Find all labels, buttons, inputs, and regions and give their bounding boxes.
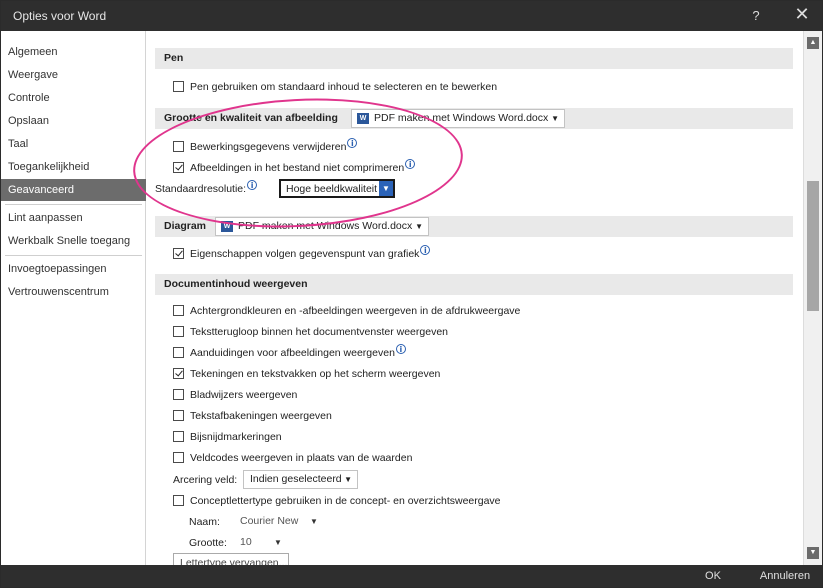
sidebar-item-geavanceerd[interactable]: Geavanceerd	[1, 179, 146, 201]
checkbox[interactable]	[173, 495, 184, 506]
help-button[interactable]: ?	[746, 8, 766, 23]
option-label: Veldcodes weergeven in plaats van de waa…	[190, 452, 413, 464]
scroll-down-icon[interactable]: ▼	[807, 547, 819, 559]
diagram-document-select[interactable]: W PDF maken met Windows Word.docx ▼	[215, 217, 429, 236]
section-header-image-quality: Grootte en kwaliteit van afbeelding W PD…	[155, 108, 793, 129]
section-title: Pen	[164, 52, 184, 64]
shading-value: Indien geselecteerd	[250, 473, 342, 485]
vertical-scrollbar[interactable]: ▲ ▼	[803, 31, 822, 565]
checkbox-checked[interactable]	[173, 248, 184, 259]
word-doc-icon: W	[221, 221, 233, 232]
dropdown-arrow-icon: ▼	[551, 114, 559, 123]
section-title: Diagram	[164, 220, 207, 232]
checkbox[interactable]	[173, 305, 184, 316]
option-label: Tekstterugloop binnen het documentvenste…	[190, 326, 448, 338]
option-label: Conceptlettertype gebruiken in de concep…	[190, 495, 501, 507]
section-header-document-content: Documentinhoud weergeven	[155, 274, 793, 295]
shading-label: Arcering veld:	[173, 474, 238, 486]
scroll-thumb[interactable]	[807, 181, 819, 311]
info-icon: i	[405, 159, 416, 169]
option-label: Bladwijzers weergeven	[190, 389, 298, 401]
checkbox[interactable]	[173, 81, 184, 92]
sidebar-item-werkbalk[interactable]: Werkbalk Snelle toegang	[1, 230, 146, 252]
sidebar-item-controle[interactable]: Controle	[1, 87, 146, 109]
dropdown-arrow-icon: ▼	[379, 181, 393, 196]
sidebar-item-opslaan[interactable]: Opslaan	[1, 110, 146, 132]
document-name: PDF maken met Windows Word.docx	[238, 220, 413, 232]
resolution-value: Hoge beeldkwaliteit	[286, 183, 378, 195]
font-size-value: 10	[240, 536, 252, 548]
title-bar: Opties voor Word ? ✕	[1, 1, 822, 31]
font-size-select[interactable]: 10 ▼	[240, 533, 290, 552]
info-icon: i	[347, 138, 358, 148]
info-icon: i	[247, 180, 258, 190]
option-label: Eigenschappen volgen gegevenspunt van gr…	[190, 245, 431, 263]
dropdown-arrow-icon: ▼	[310, 517, 318, 526]
options-dialog: Opties voor Word ? ✕ Algemeen Weergave C…	[0, 0, 823, 588]
font-name-label: Naam:	[189, 516, 220, 528]
sidebar-item-toegankelijkheid[interactable]: Toegankelijkheid	[1, 156, 146, 178]
sidebar: Algemeen Weergave Controle Opslaan Taal …	[1, 31, 146, 565]
checkbox[interactable]	[173, 389, 184, 400]
sidebar-divider	[5, 204, 142, 205]
document-name: PDF maken met Windows Word.docx	[374, 112, 549, 124]
section-title: Grootte en kwaliteit van afbeelding	[164, 112, 338, 124]
sidebar-item-invoegtoepassingen[interactable]: Invoegtoepassingen	[1, 258, 146, 280]
section-title: Documentinhoud weergeven	[164, 278, 308, 290]
option-label: Achtergrondkleuren en -afbeeldingen weer…	[190, 305, 521, 317]
option-label: Pen gebruiken om standaard inhoud te sel…	[190, 81, 498, 93]
info-icon: i	[420, 245, 431, 255]
options-content: Pen Pen gebruiken om standaard inhoud te…	[147, 31, 803, 565]
checkbox-checked[interactable]	[173, 162, 184, 173]
dropdown-arrow-icon: ▼	[415, 222, 423, 231]
sidebar-item-taal[interactable]: Taal	[1, 133, 146, 155]
sidebar-item-weergave[interactable]: Weergave	[1, 64, 146, 86]
checkbox[interactable]	[173, 431, 184, 442]
option-label: Bijsnijdmarkeringen	[190, 431, 282, 443]
resolution-label: Standaardresolutie: i	[155, 180, 258, 198]
option-label: Tekstafbakeningen weergeven	[190, 410, 332, 422]
close-button[interactable]: ✕	[790, 4, 814, 25]
sidebar-item-vertrouwenscentrum[interactable]: Vertrouwenscentrum	[1, 281, 146, 303]
section-header-pen: Pen	[155, 48, 793, 69]
info-icon: i	[395, 344, 406, 354]
checkbox[interactable]	[173, 141, 184, 152]
image-document-select[interactable]: W PDF maken met Windows Word.docx ▼	[351, 109, 565, 128]
option-label: Aanduidingen voor afbeeldingen weergeven…	[190, 344, 406, 362]
font-name-select[interactable]: Courier New ▼	[240, 512, 320, 531]
font-name-value: Courier New	[240, 515, 299, 527]
dropdown-arrow-icon: ▼	[274, 538, 282, 547]
shading-dropdown[interactable]: Indien geselecteerd ▼	[243, 470, 358, 489]
dropdown-arrow-icon: ▼	[344, 475, 352, 484]
checkbox[interactable]	[173, 347, 184, 358]
word-doc-icon: W	[357, 113, 369, 124]
sidebar-item-algemeen[interactable]: Algemeen	[1, 41, 146, 63]
option-label: Tekeningen en tekstvakken op het scherm …	[190, 368, 441, 380]
option-label: Bewerkingsgegevens verwijderen i	[190, 138, 358, 156]
option-label: Afbeeldingen in het bestand niet comprim…	[190, 159, 416, 177]
font-size-label: Grootte:	[189, 537, 227, 549]
checkbox-checked[interactable]	[173, 368, 184, 379]
ok-button[interactable]: OK	[685, 567, 741, 586]
section-header-diagram: Diagram W PDF maken met Windows Word.doc…	[155, 216, 793, 237]
checkbox[interactable]	[173, 452, 184, 463]
checkbox[interactable]	[173, 326, 184, 337]
sidebar-item-lint-aanpassen[interactable]: Lint aanpassen	[1, 207, 146, 229]
resolution-dropdown[interactable]: Hoge beeldkwaliteit ▼	[279, 179, 395, 198]
checkbox[interactable]	[173, 410, 184, 421]
cancel-button[interactable]: Annuleren	[751, 567, 819, 586]
font-substitution-button[interactable]: Lettertype vervangen...	[173, 553, 289, 565]
scroll-up-icon[interactable]: ▲	[807, 37, 819, 49]
sidebar-divider	[5, 255, 142, 256]
dialog-footer: OK Annuleren	[1, 565, 822, 587]
window-title: Opties voor Word	[13, 9, 107, 23]
